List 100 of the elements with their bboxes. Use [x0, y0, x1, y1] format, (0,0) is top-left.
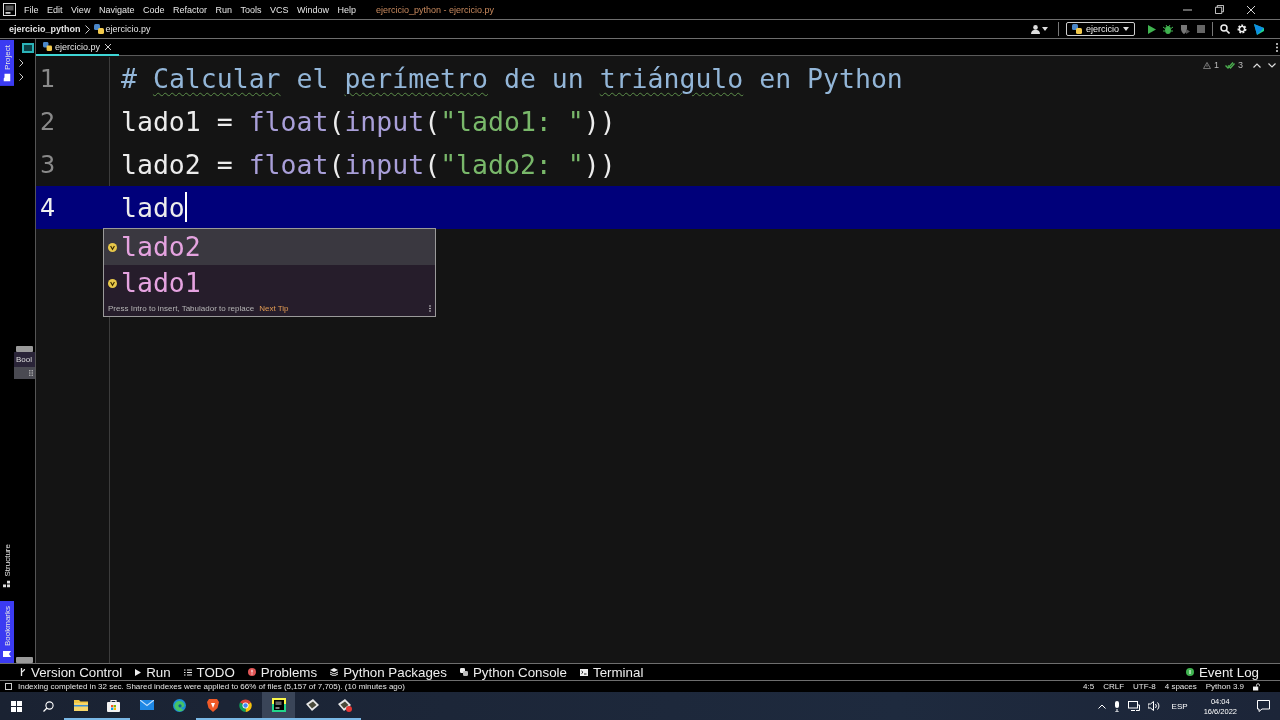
line-number: 4 [40, 195, 56, 220]
layers-icon [330, 668, 339, 676]
folder-icon [3, 73, 11, 82]
chevron-right-icon [84, 24, 90, 34]
double-check-icon [1225, 61, 1235, 69]
python-file-icon [93, 24, 104, 34]
completion-hint: Press Intro to insert, Tabulador to replace [108, 304, 255, 313]
grip-dots-icon [29, 370, 33, 376]
grip-handle[interactable] [14, 367, 35, 379]
tool-window-button[interactable]: Problems [247, 664, 318, 680]
close-icon[interactable] [105, 43, 112, 50]
user-menu-button[interactable] [1030, 22, 1049, 36]
bookmark-icon [3, 651, 11, 657]
settings-icon[interactable] [1237, 24, 1247, 34]
taskbar-app[interactable] [262, 692, 295, 720]
python-file-icon [43, 42, 52, 51]
menu-item[interactable]: Tools [240, 4, 262, 15]
breadcrumb-item[interactable]: ejercicio_python [9, 24, 81, 34]
status-widget[interactable]: Python 3.9 [1205, 682, 1244, 691]
message-icon[interactable] [1257, 700, 1270, 712]
tool-window-button[interactable]: Version Control [20, 664, 123, 680]
menu-item[interactable]: Window [297, 4, 329, 15]
python-icon [1072, 24, 1082, 34]
shopping-bag-icon [107, 698, 120, 712]
scrollbar-thumb[interactable] [16, 346, 33, 352]
ring-logo-icon [239, 698, 252, 712]
microphone-icon[interactable] [1113, 700, 1120, 712]
inspection-count[interactable]: 1 [1213, 60, 1219, 70]
scrollbar-thumb[interactable] [16, 657, 33, 663]
folder-icon [73, 699, 88, 711]
tilted-card-icon [304, 699, 319, 711]
warning-icon [1202, 61, 1211, 69]
run-config-dropdown[interactable]: ejercicio [1066, 22, 1135, 36]
menu-item[interactable]: Code [142, 4, 165, 15]
square-icon[interactable] [5, 683, 12, 690]
chevron-up-icon[interactable] [1253, 62, 1261, 68]
logo-icon[interactable] [1254, 23, 1264, 35]
next-tip-link[interactable]: Next Tip [259, 304, 289, 313]
tooltip: Bool [14, 352, 35, 367]
code-line: # Calcular el perímetro de un triángulo en Python [121, 62, 903, 95]
close-icon[interactable] [1247, 5, 1255, 14]
search-icon [42, 700, 54, 712]
network-icon[interactable] [1127, 701, 1140, 711]
tool-window-button[interactable]: Python Packages [330, 664, 447, 680]
event-log-button[interactable]: Event Log [1185, 664, 1259, 680]
code-line: lado1 = float(input("lado1: ")) [121, 105, 616, 138]
tool-window-tab[interactable]: Bookmarks [0, 601, 14, 663]
line-number: 2 [40, 109, 56, 134]
code-line: lado2 = float(input("lado2: ")) [121, 148, 616, 181]
search-icon[interactable] [1220, 24, 1230, 34]
terminal-icon [580, 668, 588, 676]
chevron-down-icon[interactable] [1268, 62, 1276, 68]
window-panes-icon [10, 700, 22, 712]
text-cursor [184, 192, 187, 223]
minimize-icon[interactable] [1183, 8, 1192, 11]
status-widget[interactable]: CRLF [1103, 682, 1125, 691]
status-widget[interactable]: UTF-8 [1133, 682, 1156, 691]
status-widget[interactable]: 4 spaces [1164, 682, 1197, 691]
variable-icon [108, 278, 117, 288]
breadcrumb-item[interactable]: ejercicio.py [105, 24, 151, 34]
menu-item[interactable]: VCS [270, 4, 289, 15]
tool-window-tab[interactable]: Structure [0, 538, 14, 592]
notification-dot-icon [1185, 668, 1194, 676]
menu-item[interactable]: Navigate [98, 4, 135, 15]
menu-item[interactable]: Refactor [172, 4, 207, 15]
tool-window-button[interactable]: Terminal [580, 664, 644, 680]
window-icon[interactable] [22, 42, 34, 53]
menu-item[interactable]: Help [337, 4, 357, 15]
menu-item[interactable]: View [71, 4, 91, 15]
swirl-icon [173, 698, 186, 712]
error-icon [247, 668, 256, 676]
run-icon[interactable] [1148, 24, 1156, 34]
play-icon [135, 668, 142, 676]
input-language[interactable]: ESP [1171, 701, 1188, 711]
list-icon [183, 668, 192, 676]
lock-icon[interactable] [1253, 682, 1260, 691]
branch-icon [20, 668, 26, 676]
python-icon [459, 668, 468, 676]
restore-icon[interactable] [1215, 5, 1224, 14]
tool-window-button[interactable]: Run [135, 664, 171, 680]
status-widget[interactable]: 4:5 [1083, 682, 1095, 691]
envelope-icon [139, 700, 154, 710]
menu-item[interactable]: Run [215, 4, 232, 15]
speaker-icon[interactable] [1147, 701, 1160, 711]
completion-item[interactable]: lado2 [104, 229, 435, 265]
tool-window-button[interactable]: Python Console [459, 664, 567, 680]
debug-bug-icon[interactable] [1163, 24, 1173, 34]
app-logo-icon [3, 3, 16, 16]
coverage-icon[interactable] [1180, 24, 1190, 34]
caret-icon [1123, 27, 1129, 31]
window-title: ejercicio_python - ejercicio.py [376, 4, 495, 15]
menu-item[interactable]: File [24, 4, 39, 15]
tool-window-button[interactable]: TODO [183, 664, 235, 680]
tool-window-tab[interactable]: Project [0, 40, 14, 86]
person-icon [1031, 24, 1040, 34]
completion-item[interactable]: lado1 [104, 265, 435, 301]
line-number: 3 [40, 152, 56, 177]
inspection-count[interactable]: 3 [1238, 60, 1243, 70]
shield-icon [206, 698, 219, 712]
menu-item[interactable]: Edit [47, 4, 63, 15]
